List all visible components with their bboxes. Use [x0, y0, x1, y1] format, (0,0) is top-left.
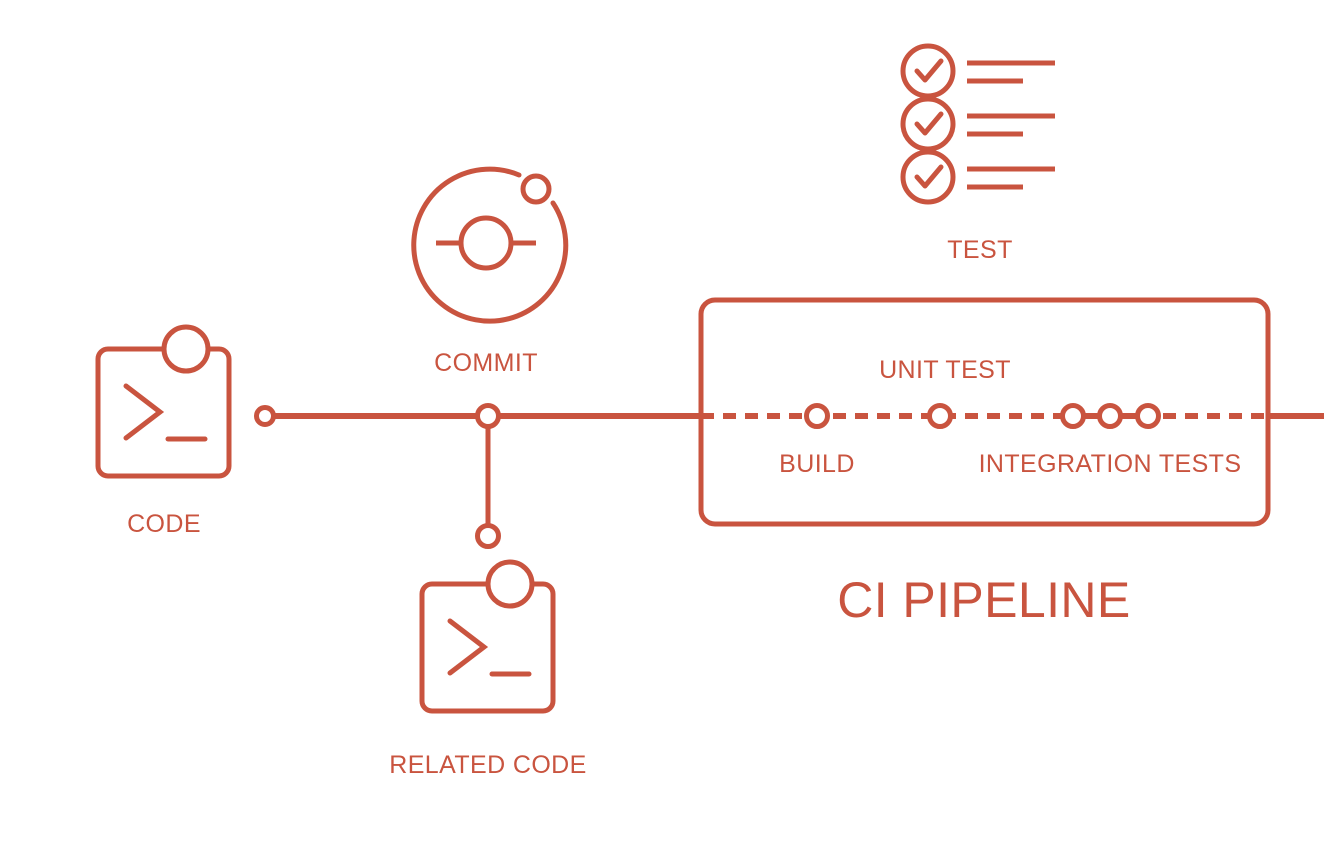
code-icon-group: CODE — [95, 324, 232, 538]
related-code-label: RELATED CODE — [389, 751, 586, 779]
commit-center-circle-icon — [458, 215, 514, 271]
commit-icon-group: COMMIT — [411, 166, 569, 377]
code-prompt-chevron-icon — [123, 383, 165, 441]
stage-dot-unit-test — [927, 403, 953, 429]
test-label: TEST — [947, 236, 1013, 264]
ci-pipeline-title: CI PIPELINE — [837, 572, 1130, 628]
stage-dot-integration-1 — [1060, 403, 1086, 429]
diagram-canvas: CODE RELATED CODE COMMIT TEST UNIT TEST … — [0, 0, 1324, 850]
stage-dot-integration-2 — [1097, 403, 1123, 429]
related-code-badge-circle-icon — [485, 559, 535, 609]
code-label: CODE — [127, 510, 201, 538]
stage-label-build: BUILD — [779, 450, 855, 478]
ci-pipeline-box-group: UNIT TEST BUILD INTEGRATION TESTS CI PIP… — [698, 297, 1271, 628]
check-circle-icon — [900, 96, 956, 152]
stage-dot-build — [804, 403, 830, 429]
stage-label-integration-tests: INTEGRATION TESTS — [979, 450, 1242, 478]
timeline-commit-junction-dot — [475, 403, 501, 429]
code-badge-circle-icon — [161, 324, 211, 374]
related-code-prompt-chevron-icon — [447, 618, 489, 676]
terminal-document-icon — [419, 581, 556, 714]
ci-pipeline-box — [698, 297, 1271, 527]
test-checklist-icon-group: TEST — [900, 43, 1055, 264]
timeline-branch-end-dot — [475, 523, 501, 549]
terminal-document-icon — [95, 346, 232, 479]
commit-label: COMMIT — [434, 349, 538, 377]
stage-dot-integration-3 — [1135, 403, 1161, 429]
check-circle-icon — [900, 149, 956, 205]
related-code-icon-group: RELATED CODE — [389, 559, 586, 779]
check-circle-icon — [900, 43, 956, 99]
ci-pipeline-diagram: CODE RELATED CODE COMMIT TEST UNIT TEST … — [95, 43, 1324, 779]
timeline-start-dot — [254, 405, 276, 427]
stage-label-unit-test: UNIT TEST — [879, 356, 1011, 384]
commit-orbit-node-icon — [520, 173, 552, 205]
